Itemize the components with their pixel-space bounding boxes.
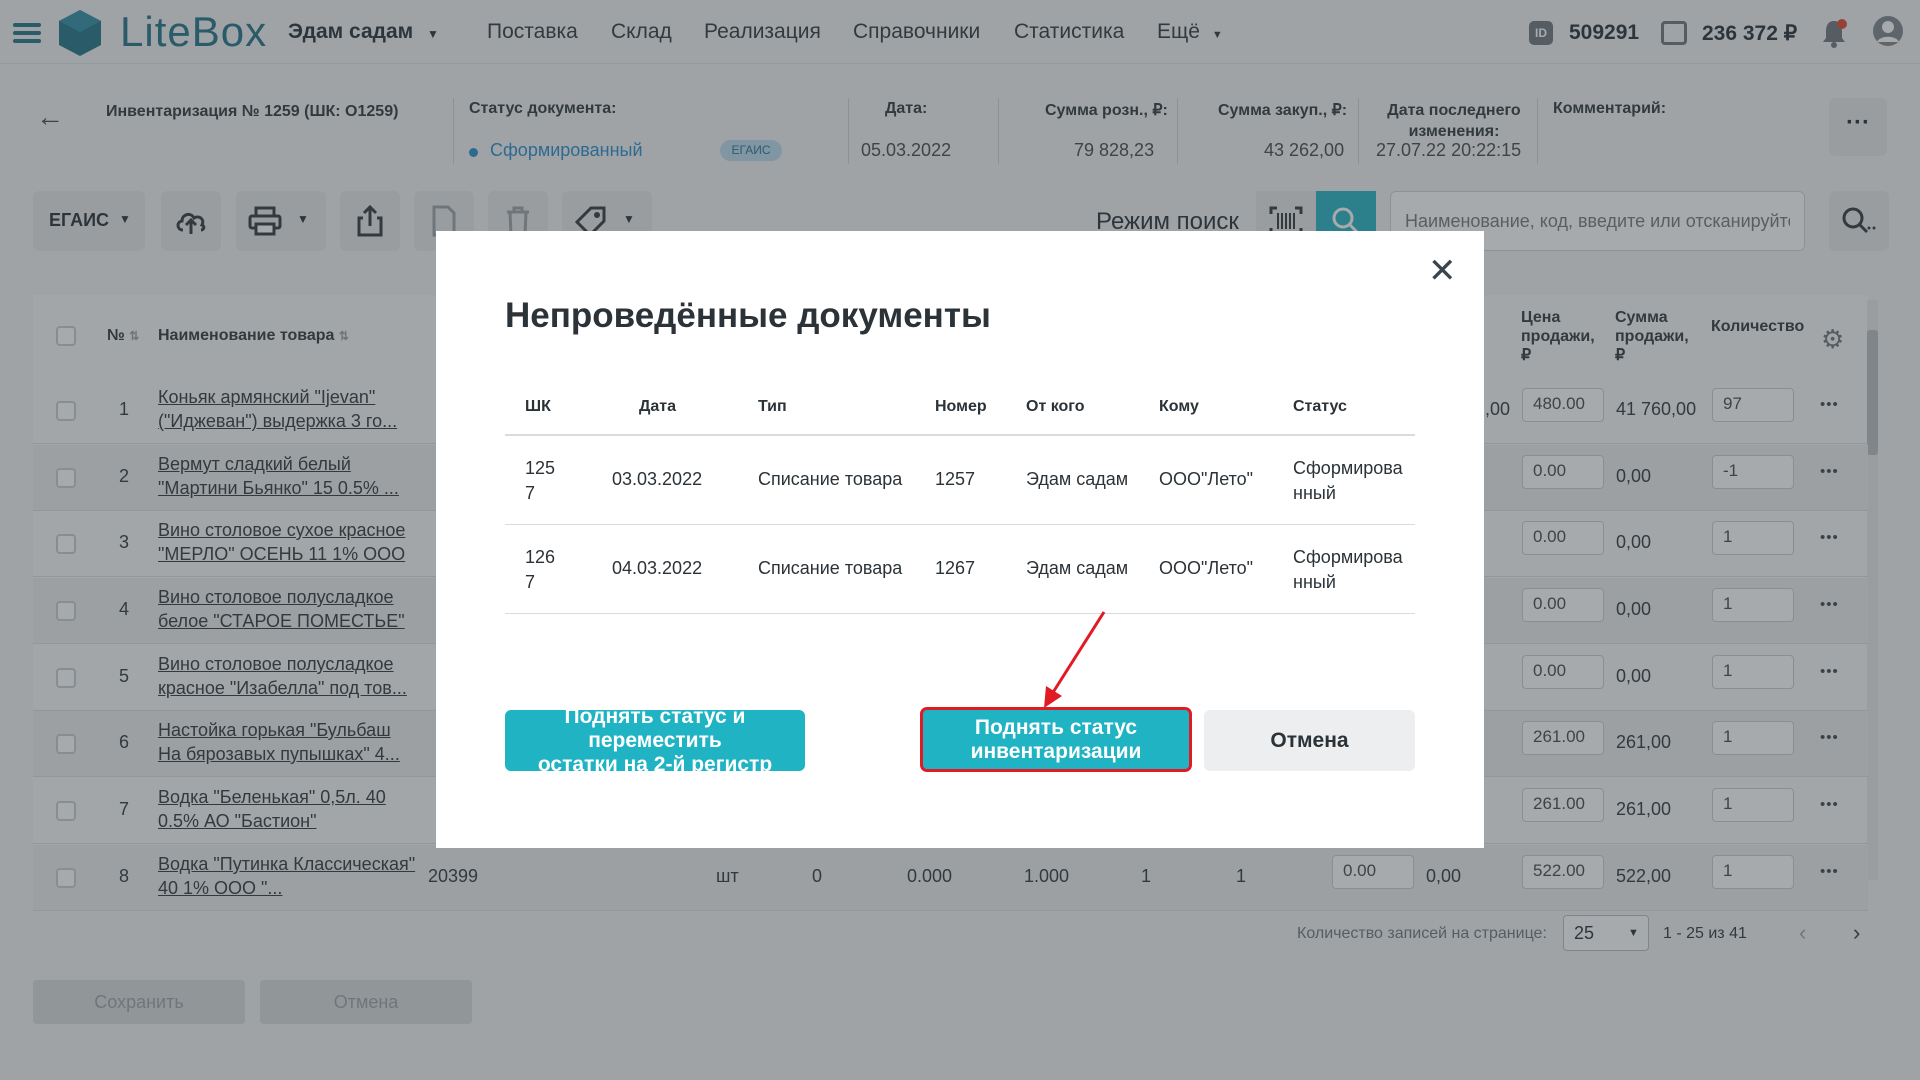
- modal-table-row[interactable]: 126 7 04.03.2022 Списание товара 1267 Эда…: [505, 525, 1415, 614]
- row-to: ООО"Лето": [1159, 469, 1254, 489]
- row-code-line1: 126: [525, 547, 556, 567]
- raise-inventory-status-button[interactable]: Поднять статус инвентаризации: [920, 707, 1192, 772]
- modal-cancel-button[interactable]: Отмена: [1204, 710, 1415, 771]
- row-status-line1: Сформирова: [1293, 458, 1403, 478]
- raise-status-move-label: Поднять статус и переместить остатки на 2…: [505, 705, 805, 777]
- col-number: Номер: [935, 398, 987, 415]
- row-status: Сформирова нный: [1293, 545, 1403, 595]
- row-type: Списание товара: [758, 558, 903, 578]
- close-icon[interactable]: ✕: [1428, 254, 1457, 288]
- row-code-line2: 7: [525, 572, 536, 592]
- row-from: Эдам садам: [1026, 558, 1129, 578]
- col-code: ШК: [525, 398, 551, 415]
- raise-status-move-line1: Поднять статус и переместить: [564, 704, 746, 752]
- row-to: ООО"Лето": [1159, 558, 1254, 578]
- modal-title: Непроведённые документы: [505, 296, 991, 335]
- row-date: 04.03.2022: [612, 558, 703, 578]
- col-from: От кого: [1026, 398, 1085, 415]
- modal-table-row[interactable]: 125 7 03.03.2022 Списание товара 1257 Эда…: [505, 436, 1415, 525]
- col-date: Дата: [639, 398, 677, 415]
- row-status-line1: Сформирова: [1293, 547, 1403, 567]
- raise-inventory-status-line2: инвентаризации: [970, 739, 1142, 763]
- col-to: Кому: [1159, 398, 1199, 415]
- row-number: 1257: [935, 469, 976, 489]
- row-from: Эдам садам: [1026, 469, 1129, 489]
- raise-inventory-status-label: Поднять статус инвентаризации: [971, 716, 1142, 764]
- row-code: 126 7: [525, 545, 555, 595]
- row-code-line2: 7: [525, 483, 536, 503]
- raise-status-move-line2: остатки на 2-й регистр: [537, 752, 773, 776]
- unposted-documents-modal: ✕ Непроведённые документы ШК Дата Тип Но…: [436, 231, 1484, 848]
- row-number: 1267: [935, 558, 976, 578]
- col-status: Статус: [1293, 398, 1347, 415]
- row-type: Списание товара: [758, 469, 903, 489]
- row-status-line2: нный: [1293, 483, 1336, 503]
- row-status: Сформирова нный: [1293, 456, 1403, 506]
- raise-status-move-button[interactable]: Поднять статус и переместить остатки на 2…: [505, 705, 805, 776]
- row-date: 03.03.2022: [612, 469, 703, 489]
- row-code: 125 7: [525, 456, 555, 506]
- red-arrow-annotation: [1044, 611, 1106, 708]
- row-status-line2: нный: [1293, 572, 1336, 592]
- row-code-line1: 125: [525, 458, 556, 478]
- col-type: Тип: [758, 398, 787, 415]
- raise-inventory-status-line1: Поднять статус: [974, 715, 1138, 739]
- modal-table-header: ШК Дата Тип Номер От кого Кому Статус: [505, 376, 1415, 436]
